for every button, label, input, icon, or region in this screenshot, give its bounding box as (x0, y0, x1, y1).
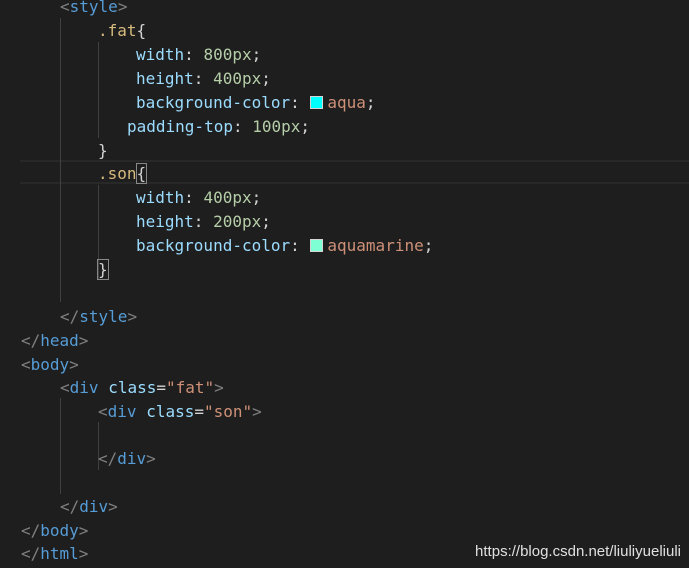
attr-value: "son" (204, 402, 253, 421)
code-line: </div> (60, 497, 118, 516)
code-line: width: 400px; (136, 188, 262, 207)
code-line: </head> (21, 331, 89, 350)
code-line: } (97, 259, 109, 280)
color-swatch-aqua[interactable] (310, 96, 324, 109)
tag-name: html (40, 544, 79, 563)
color-swatch-aquamarine[interactable] (310, 239, 324, 252)
code-line: .son{ (98, 163, 148, 184)
tag-name: body (30, 355, 70, 374)
code-line: .fat{ (98, 21, 147, 40)
attr-name: class (146, 402, 195, 421)
css-property: width (136, 45, 185, 64)
code-line: } (98, 141, 108, 160)
tag-name: body (40, 521, 79, 540)
css-property: background-color (136, 236, 291, 255)
attr-name: class (108, 378, 157, 397)
tag-name: div (117, 449, 147, 468)
code-line: </style> (60, 307, 138, 326)
css-value: aquamarine (327, 236, 424, 255)
tag-name: style (79, 307, 128, 326)
tag-name: div (79, 497, 109, 516)
code-line: height: 400px; (136, 69, 271, 88)
code-line: padding-top: 100px; (127, 117, 311, 136)
css-selector: .fat (98, 21, 137, 40)
css-property: background-color (136, 93, 291, 112)
code-editor[interactable]: <style> .fat{ width: 800px; height: 400p… (0, 0, 689, 568)
css-value: 400px (203, 188, 252, 207)
code-line: <div class="son"> (98, 402, 262, 421)
code-line: <div class="fat"> (60, 378, 224, 397)
tag-name: style (69, 0, 118, 16)
code-line: background-color: aquamarine; (136, 236, 434, 255)
code-line: width: 800px; (136, 45, 262, 64)
code-line: <body> (21, 355, 79, 374)
css-property: height (136, 212, 194, 231)
code-line: </body> (21, 521, 89, 540)
attr-value: "fat" (166, 378, 215, 397)
css-property: padding-top (127, 117, 233, 136)
css-value: 400px (213, 69, 262, 88)
watermark: https://blog.csdn.net/liuliyueliuli (475, 543, 681, 560)
tag-name: div (69, 378, 99, 397)
css-value: 800px (203, 45, 252, 64)
css-property: width (136, 188, 185, 207)
css-value: aqua (327, 93, 366, 112)
tag-name: head (40, 331, 79, 350)
css-value: 100px (252, 117, 301, 136)
code-line: </div> (98, 449, 156, 468)
css-property: height (136, 69, 194, 88)
code-line: background-color: aqua; (136, 93, 376, 112)
code-line: height: 200px; (136, 212, 271, 231)
css-value: 200px (213, 212, 262, 231)
css-selector: .son (98, 164, 137, 183)
tag-name: div (107, 402, 137, 421)
code-line: <style> (0, 0, 689, 19)
